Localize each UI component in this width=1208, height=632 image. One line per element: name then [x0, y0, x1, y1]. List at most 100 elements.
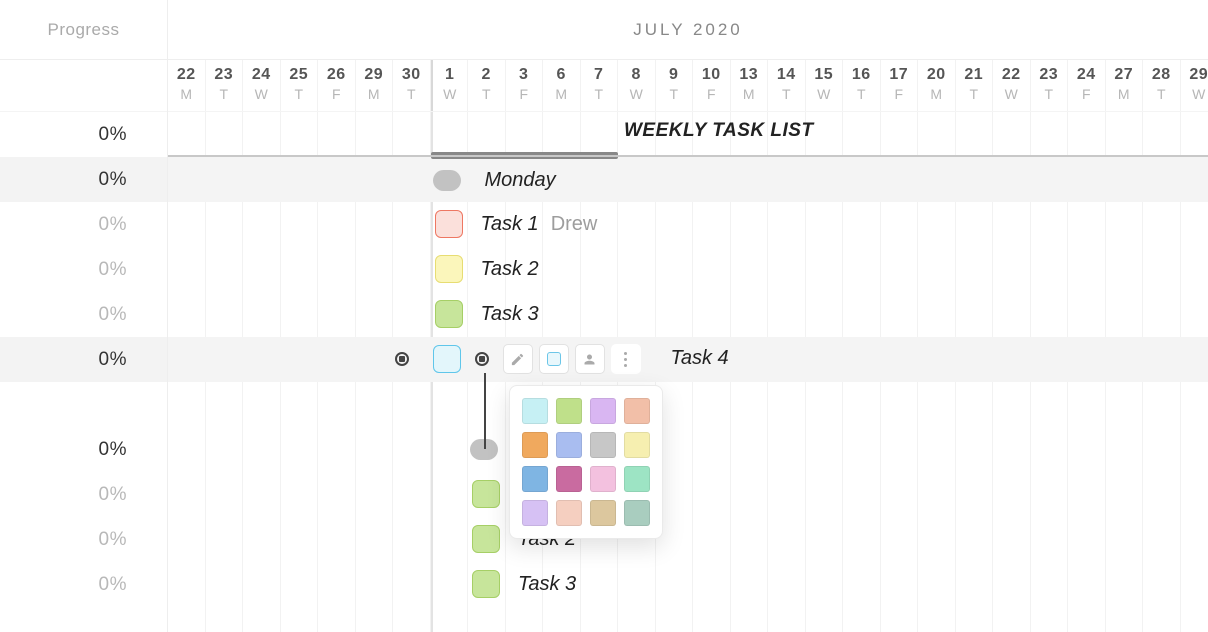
day-number: 15 [806, 66, 843, 84]
progress-cell: 0% [0, 202, 167, 247]
day-of-week: T [1143, 86, 1180, 102]
day-col[interactable]: 9T [656, 60, 694, 111]
color-swatch[interactable] [624, 466, 650, 492]
day-of-week: T [843, 86, 880, 102]
task-bar[interactable] [435, 255, 463, 283]
day-number: 6 [543, 66, 580, 84]
day-col[interactable]: 16T [843, 60, 881, 111]
milestone-pill[interactable] [433, 170, 461, 191]
gantt-root: Progress 0%0%0%0%0%0%0%0%0%0% JULY 2020 … [0, 0, 1208, 632]
day-of-week: F [506, 86, 543, 102]
color-swatch[interactable] [522, 500, 548, 526]
task-bar[interactable] [472, 570, 500, 598]
task-label: Task 4 [671, 347, 729, 370]
day-col[interactable]: 23T [206, 60, 244, 111]
day-col[interactable]: 28 T [1143, 60, 1181, 111]
day-number: 14 [768, 66, 805, 84]
grid-row [168, 382, 1208, 427]
day-col[interactable]: 22M [168, 60, 206, 111]
more-button[interactable] [611, 344, 641, 374]
progress-header: Progress [0, 0, 167, 60]
day-number: 22 [168, 66, 205, 84]
color-swatch[interactable] [522, 398, 548, 424]
group-title: WEEKLY TASK LIST [624, 120, 814, 142]
color-swatch[interactable] [556, 398, 582, 424]
day-of-week: M [543, 86, 580, 102]
pencil-icon [510, 352, 525, 367]
day-col[interactable]: 21T [956, 60, 994, 111]
assignee-label: Drew [551, 213, 598, 236]
color-swatch[interactable] [556, 466, 582, 492]
grid-row [168, 562, 1208, 607]
color-swatch[interactable] [624, 500, 650, 526]
day-number: 29 [1181, 66, 1208, 84]
day-col[interactable]: 15 W [806, 60, 844, 111]
day-col[interactable]: 6M [543, 60, 581, 111]
day-col[interactable]: 14T [768, 60, 806, 111]
day-col[interactable]: 17F [881, 60, 919, 111]
day-col[interactable]: 30T [393, 60, 431, 111]
day-of-week: T [393, 86, 430, 102]
day-col[interactable]: 3F [506, 60, 544, 111]
day-of-week: W [806, 86, 843, 102]
grid-row [168, 517, 1208, 562]
task-bar[interactable] [472, 525, 500, 553]
day-of-week: F [318, 86, 355, 102]
day-col[interactable]: 26F [318, 60, 356, 111]
color-swatch[interactable] [522, 432, 548, 458]
day-number: 3 [506, 66, 543, 84]
day-of-week: M [356, 86, 393, 102]
assign-button[interactable] [575, 344, 605, 374]
day-col[interactable]: 1W [431, 60, 469, 111]
day-col[interactable]: 29 M [356, 60, 394, 111]
day-col[interactable]: 25T [281, 60, 319, 111]
task-label: Monday [485, 169, 556, 192]
day-of-week: T [1031, 86, 1068, 102]
day-col[interactable]: 8W [618, 60, 656, 111]
task-bar[interactable] [435, 300, 463, 328]
days-row: 22M23T24W25T26F29M30T1W2T3F6M7T8W9T10F13… [168, 60, 1208, 112]
day-col[interactable]: 2T [468, 60, 506, 111]
task-label: Task 1 [481, 213, 539, 236]
day-col[interactable]: 27M [1106, 60, 1144, 111]
day-number: 23 [1031, 66, 1068, 84]
day-of-week: T [468, 86, 505, 102]
resize-handle-right[interactable] [475, 352, 489, 366]
color-swatch[interactable] [590, 500, 616, 526]
color-swatch[interactable] [624, 432, 650, 458]
color-swatch[interactable] [522, 466, 548, 492]
grid-row [168, 472, 1208, 517]
day-of-week: F [693, 86, 730, 102]
color-swatch[interactable] [624, 398, 650, 424]
left-column: Progress 0%0%0%0%0%0%0%0%0%0% [0, 0, 168, 632]
day-of-week: T [581, 86, 618, 102]
day-of-week: M [1106, 86, 1143, 102]
day-col[interactable]: 29W [1181, 60, 1208, 111]
day-col[interactable]: 20M [918, 60, 956, 111]
day-col[interactable]: 23 T [1031, 60, 1069, 111]
grid-row [168, 427, 1208, 472]
color-button[interactable] [539, 344, 569, 374]
day-of-week: W [243, 86, 280, 102]
task-bar-selected[interactable] [433, 345, 461, 373]
progress-cell: 0% [0, 337, 167, 382]
color-swatch[interactable] [590, 398, 616, 424]
day-col[interactable]: 22W [993, 60, 1031, 111]
day-col[interactable]: 24F [1068, 60, 1106, 111]
color-swatch[interactable] [556, 432, 582, 458]
day-col[interactable]: 24 W [243, 60, 281, 111]
edit-button[interactable] [503, 344, 533, 374]
day-col[interactable]: 10F [693, 60, 731, 111]
color-swatch[interactable] [590, 466, 616, 492]
task-bar[interactable] [435, 210, 463, 238]
day-number: 24 [243, 66, 280, 84]
day-col[interactable]: 13M [731, 60, 769, 111]
resize-handle-left[interactable] [395, 352, 409, 366]
day-col[interactable]: 7T [581, 60, 619, 111]
day-number: 28 [1143, 66, 1180, 84]
color-swatch[interactable] [590, 432, 616, 458]
color-swatch[interactable] [556, 500, 582, 526]
task-bar[interactable] [472, 480, 500, 508]
day-number: 29 [356, 66, 393, 84]
kebab-icon [624, 352, 627, 367]
